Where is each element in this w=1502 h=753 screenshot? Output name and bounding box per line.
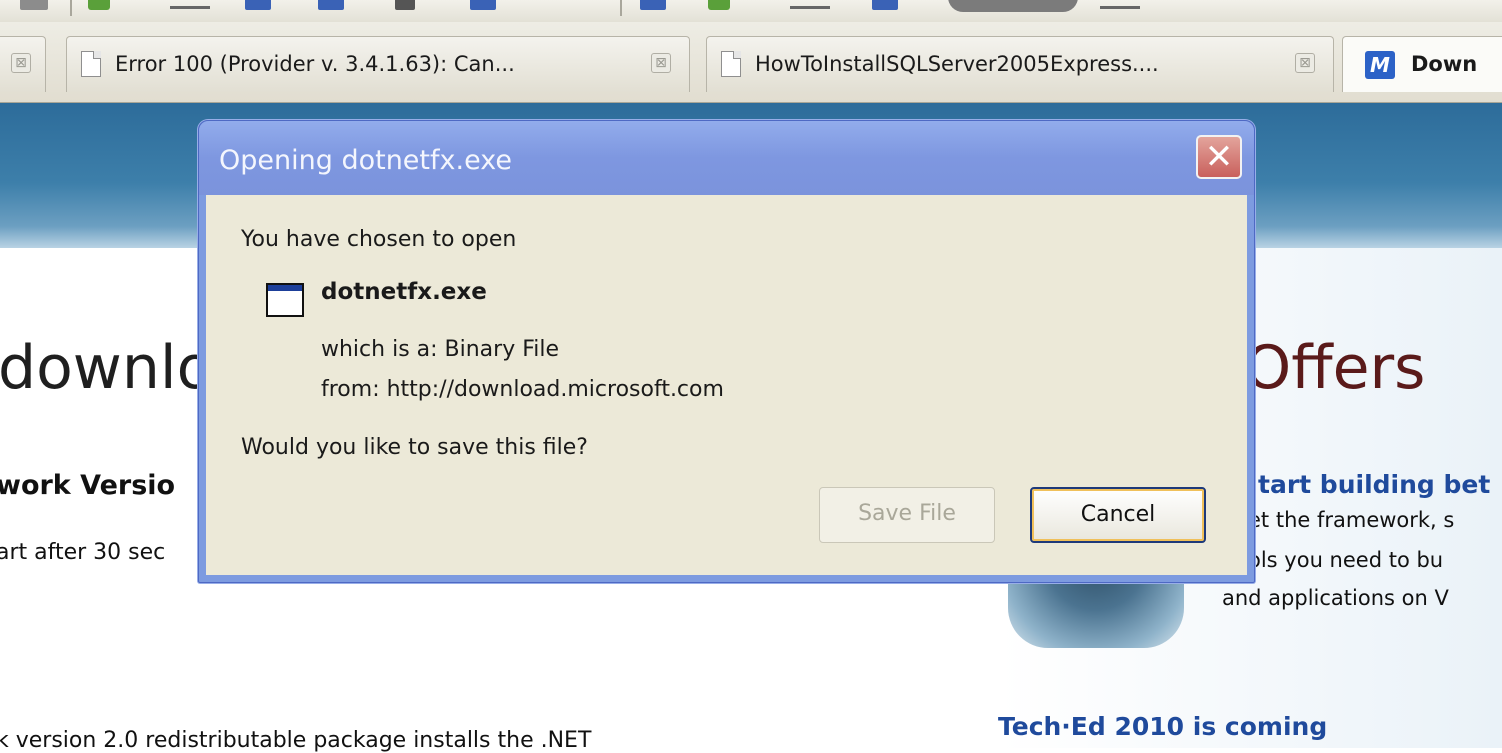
dialog-titlebar[interactable]: Opening dotnetfx.exe ✕ [199,121,1254,195]
description-text: k version 2.0 redistributable package in… [0,728,592,753]
forward-icon[interactable] [88,0,110,10]
tab-close-icon[interactable]: ⊠ [1295,53,1315,73]
file-source-text: from: http://download.microsoft.com [321,377,724,402]
chosen-to-open-text: You have chosen to open [241,227,517,252]
restart-text: art after 30 sec [0,540,166,565]
toolbar-separator [70,0,72,16]
toolbar-button-icon[interactable] [318,0,344,10]
version-heading: work Versio [0,470,176,501]
tab-how-to-install[interactable]: HowToInstallSQLServer2005Express.... ⊠ [706,36,1334,92]
toolbar-button-icon[interactable] [470,0,496,10]
offers-heading: Offers [1244,333,1426,403]
tab-error-100[interactable]: Error 100 (Provider v. 3.4.1.63): Can...… [66,36,690,92]
toolbar-button-icon[interactable] [245,0,271,10]
toolbar-button-icon[interactable] [790,6,830,9]
dialog-body: You have chosen to open dotnetfx.exe whi… [206,195,1247,575]
toolbar-button-icon[interactable] [20,0,48,10]
tab-label: Down [1411,52,1478,76]
tab-download[interactable]: M Down [1342,36,1502,92]
open-file-dialog: Opening dotnetfx.exe ✕ You have chosen t… [198,120,1255,583]
tab-label: HowToInstallSQLServer2005Express.... [755,52,1159,76]
teched-link[interactable]: Tech·Ed 2010 is coming [998,712,1327,741]
tab-label: Error 100 (Provider v. 3.4.1.63): Can... [115,52,515,76]
offer-text: and applications on V [1222,586,1449,610]
browser-toolbar [0,0,1502,22]
toolbar-separator [620,0,622,16]
toolbar-button-icon[interactable] [872,0,898,10]
tab-close-icon[interactable]: ⊠ [11,53,31,73]
file-name: dotnetfx.exe [321,279,487,305]
file-type-text: which is a: Binary File [321,337,560,362]
close-icon[interactable]: ✕ [1196,135,1242,179]
toolbar-button-icon[interactable] [708,0,730,10]
tab-close-icon[interactable]: ⊠ [651,53,671,73]
document-icon [721,51,741,77]
site-favicon-icon: M [1365,51,1395,79]
offer-text: et the framework, s [1248,508,1455,532]
toolbar-button-icon[interactable] [170,6,210,9]
start-building-link[interactable]: tart building bet [1258,470,1490,499]
save-question-text: Would you like to save this file? [241,435,588,460]
tab-strip: ⊠ Error 100 (Provider v. 3.4.1.63): Can.… [0,22,1502,103]
tab-partial[interactable]: ⊠ [0,36,46,92]
save-file-button[interactable]: Save File [819,487,995,543]
toolbar-button-icon[interactable] [640,0,666,10]
cancel-button[interactable]: Cancel [1030,487,1206,543]
toolbar-button-icon[interactable] [1100,6,1140,9]
search-box[interactable] [948,0,1078,12]
page-heading: downlo [0,333,214,403]
toolbar-button-icon[interactable] [395,0,415,10]
application-window-icon [266,283,304,317]
offer-text: ols you need to bu [1248,548,1444,572]
dialog-title: Opening dotnetfx.exe [219,145,512,176]
document-icon [81,51,101,77]
